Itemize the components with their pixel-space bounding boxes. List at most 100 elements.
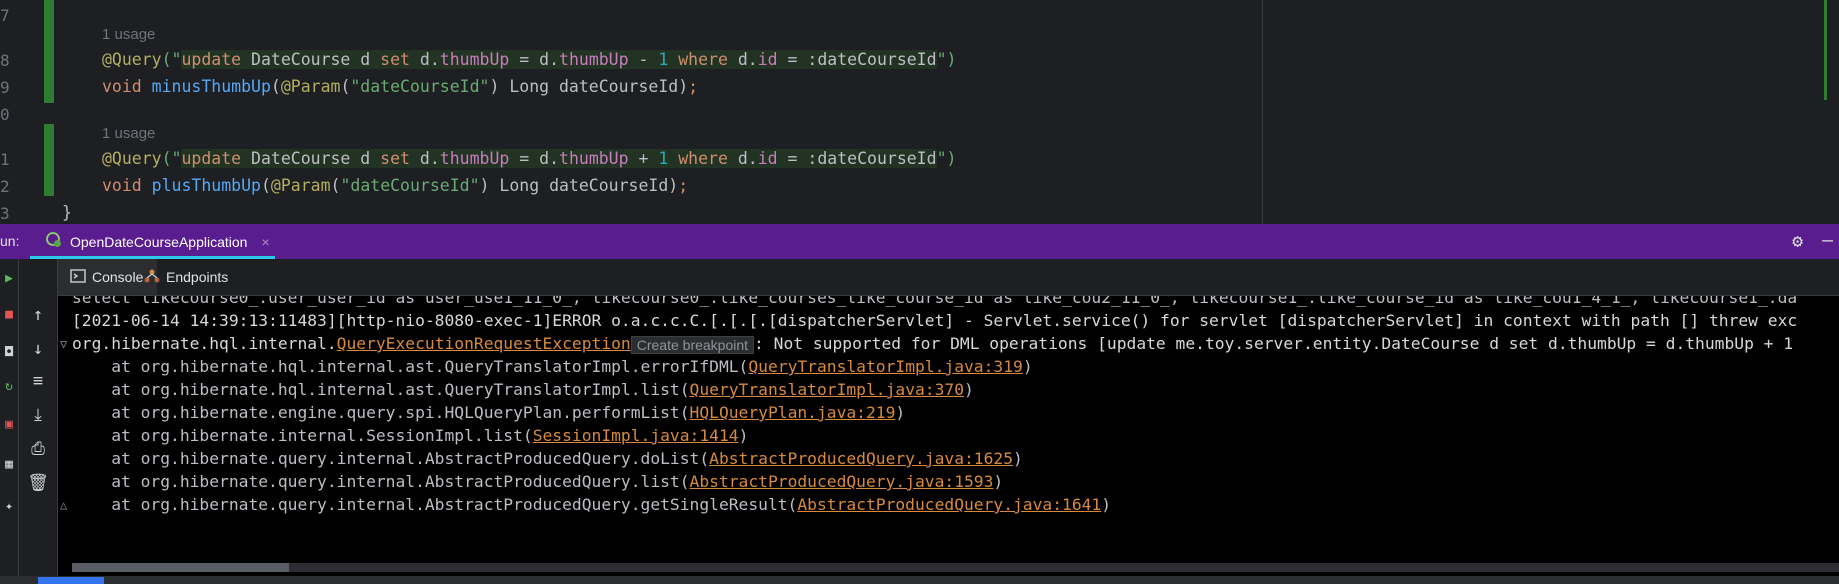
- restore-icon[interactable]: ↻: [0, 379, 18, 394]
- run-config-tab[interactable]: OpenDateCourseApplication ×: [30, 224, 286, 259]
- code-token: update: [181, 149, 242, 168]
- stack-frame-text: at org.hibernate.engine.query.spi.HQLQue…: [72, 403, 690, 422]
- editor-split-divider[interactable]: [1262, 0, 1263, 224]
- code-line-8[interactable]: @Query("update DateCourse d set d.thumbU…: [102, 50, 956, 69]
- code-line-13[interactable]: }: [62, 203, 72, 222]
- code-token: set: [380, 149, 410, 168]
- create-breakpoint-tooltip[interactable]: Create breakpoint: [630, 335, 755, 354]
- annotation: @Query: [102, 149, 162, 168]
- code-token: = :dateCourseId: [777, 50, 937, 69]
- line-number: 3: [0, 204, 10, 223]
- code-line-12[interactable]: void plusThumbUp(@Param("dateCourseId") …: [102, 176, 688, 195]
- code-token: (: [270, 77, 281, 96]
- stack-frame-text: at org.hibernate.hql.internal.ast.QueryT…: [72, 380, 690, 399]
- line-number: 9: [0, 78, 10, 97]
- code-editor[interactable]: 7 8 9 0 1 2 3 1 usage @Query("update Dat…: [0, 0, 1839, 224]
- rerun-icon[interactable]: ▶: [0, 271, 18, 286]
- print-icon[interactable]: ⎙: [19, 439, 57, 459]
- vcs-change-marker[interactable]: [44, 124, 54, 196]
- console-action-toolbar: ↑ ↓ ≡ ⤓ ⎙ 🗑: [19, 259, 58, 584]
- source-link[interactable]: HQLQueryPlan.java:219: [690, 403, 896, 422]
- run-tab-title: OpenDateCourseApplication: [70, 233, 248, 250]
- code-line-9[interactable]: void minusThumbUp(@Param("dateCourseId")…: [102, 77, 698, 96]
- code-token: = d.: [509, 50, 560, 69]
- code-token: id: [757, 50, 778, 69]
- source-link[interactable]: AbstractProducedQuery.java:1625: [709, 449, 1013, 468]
- code-token: DateCourse d: [241, 149, 381, 168]
- usage-hint[interactable]: 1 usage: [102, 26, 155, 43]
- endpoints-icon: [144, 268, 160, 287]
- source-link[interactable]: SessionImpl.java:1414: [533, 426, 739, 445]
- stack-frame-text: ): [895, 403, 906, 422]
- code-token: thumbUp: [559, 50, 629, 69]
- scroll-to-end-icon[interactable]: ⤓: [19, 405, 57, 425]
- unfold-icon[interactable]: △: [60, 498, 67, 512]
- source-link[interactable]: AbstractProducedQuery.java:1593: [690, 472, 994, 491]
- arrow-up-icon[interactable]: ↑: [19, 305, 57, 325]
- console-icon: [70, 268, 86, 286]
- code-token: ;: [688, 77, 699, 96]
- stack-frame-text: ): [993, 472, 1004, 491]
- exception-class-link[interactable]: QueryExecutionRequestException: [337, 334, 631, 353]
- code-token: d.: [409, 149, 440, 168]
- stop-icon[interactable]: ■: [0, 307, 18, 322]
- code-token: +: [628, 149, 659, 168]
- camera-icon[interactable]: ◘: [0, 345, 18, 360]
- code-token: where: [678, 50, 728, 69]
- line-number: 0: [0, 105, 10, 124]
- exit-icon[interactable]: ▣: [0, 417, 18, 432]
- horizontal-scrollbar[interactable]: [72, 563, 1839, 572]
- code-token: DateCourse d: [241, 50, 381, 69]
- source-link[interactable]: AbstractProducedQuery.java:1641: [797, 495, 1101, 514]
- status-bar: [0, 576, 1839, 584]
- code-token: "): [936, 50, 957, 69]
- line-number-gutter: 7 8 9 0 1 2 3: [0, 0, 40, 224]
- horizontal-scrollbar-thumb[interactable]: [72, 563, 289, 572]
- code-token: void: [102, 77, 142, 96]
- pin-icon[interactable]: ✦: [0, 499, 18, 514]
- code-token: set: [380, 50, 410, 69]
- tab-endpoints[interactable]: Endpoints: [132, 259, 240, 295]
- method-name: plusThumbUp: [141, 176, 261, 195]
- line-number: 1: [0, 150, 10, 169]
- code-token: = d.: [509, 149, 560, 168]
- stack-frame: at org.hibernate.query.internal.Abstract…: [72, 495, 1111, 514]
- trash-icon[interactable]: 🗑: [19, 473, 57, 493]
- stack-frame: at org.hibernate.hql.internal.ast.QueryT…: [72, 357, 1033, 376]
- stack-frame-text: at org.hibernate.hql.internal.ast.QueryT…: [72, 357, 749, 376]
- stack-frame-text: ): [1022, 357, 1033, 376]
- fold-icon[interactable]: ▽: [60, 337, 67, 351]
- console-output[interactable]: select likecourse0_.user_user_id as user…: [58, 296, 1839, 582]
- code-token: "): [936, 149, 957, 168]
- arrow-down-icon[interactable]: ↓: [19, 339, 57, 359]
- code-token: (": [161, 149, 182, 168]
- run-toolwindow-header: un: OpenDateCourseApplication × ⚙ —: [0, 224, 1839, 259]
- source-link[interactable]: QueryTranslatorImpl.java:319: [748, 357, 1022, 376]
- run-side-toolbar: ▶ ■ ◘ ↻ ▣ ▦ ✦: [0, 259, 19, 584]
- source-link[interactable]: QueryTranslatorImpl.java:370: [690, 380, 964, 399]
- soft-wrap-icon[interactable]: ≡: [19, 371, 57, 391]
- code-token: (: [260, 176, 271, 195]
- minimize-icon[interactable]: —: [1822, 230, 1833, 251]
- gear-icon[interactable]: ⚙: [1792, 231, 1803, 252]
- code-token: (: [340, 77, 351, 96]
- line-number: 2: [0, 177, 10, 196]
- close-icon[interactable]: ×: [261, 234, 269, 250]
- code-token: d.: [727, 149, 758, 168]
- code-line-11[interactable]: @Query("update DateCourse d set d.thumbU…: [102, 149, 956, 168]
- stack-frame: at org.hibernate.engine.query.spi.HQLQue…: [72, 403, 905, 422]
- code-token: "dateCourseId": [340, 176, 480, 195]
- code-token: -: [628, 50, 659, 69]
- exception-message: : Not supported for DML operations [upda…: [754, 334, 1794, 353]
- annotation: @Param: [270, 176, 331, 195]
- code-token: "dateCourseId": [350, 77, 490, 96]
- layout-icon[interactable]: ▦: [0, 457, 18, 472]
- code-token: void: [102, 176, 142, 195]
- code-token: (: [330, 176, 341, 195]
- usage-hint[interactable]: 1 usage: [102, 125, 155, 142]
- code-token: ;: [678, 176, 689, 195]
- vcs-change-marker[interactable]: [44, 0, 54, 103]
- stack-frame: at org.hibernate.hql.internal.ast.QueryT…: [72, 380, 974, 399]
- code-token: update: [181, 50, 242, 69]
